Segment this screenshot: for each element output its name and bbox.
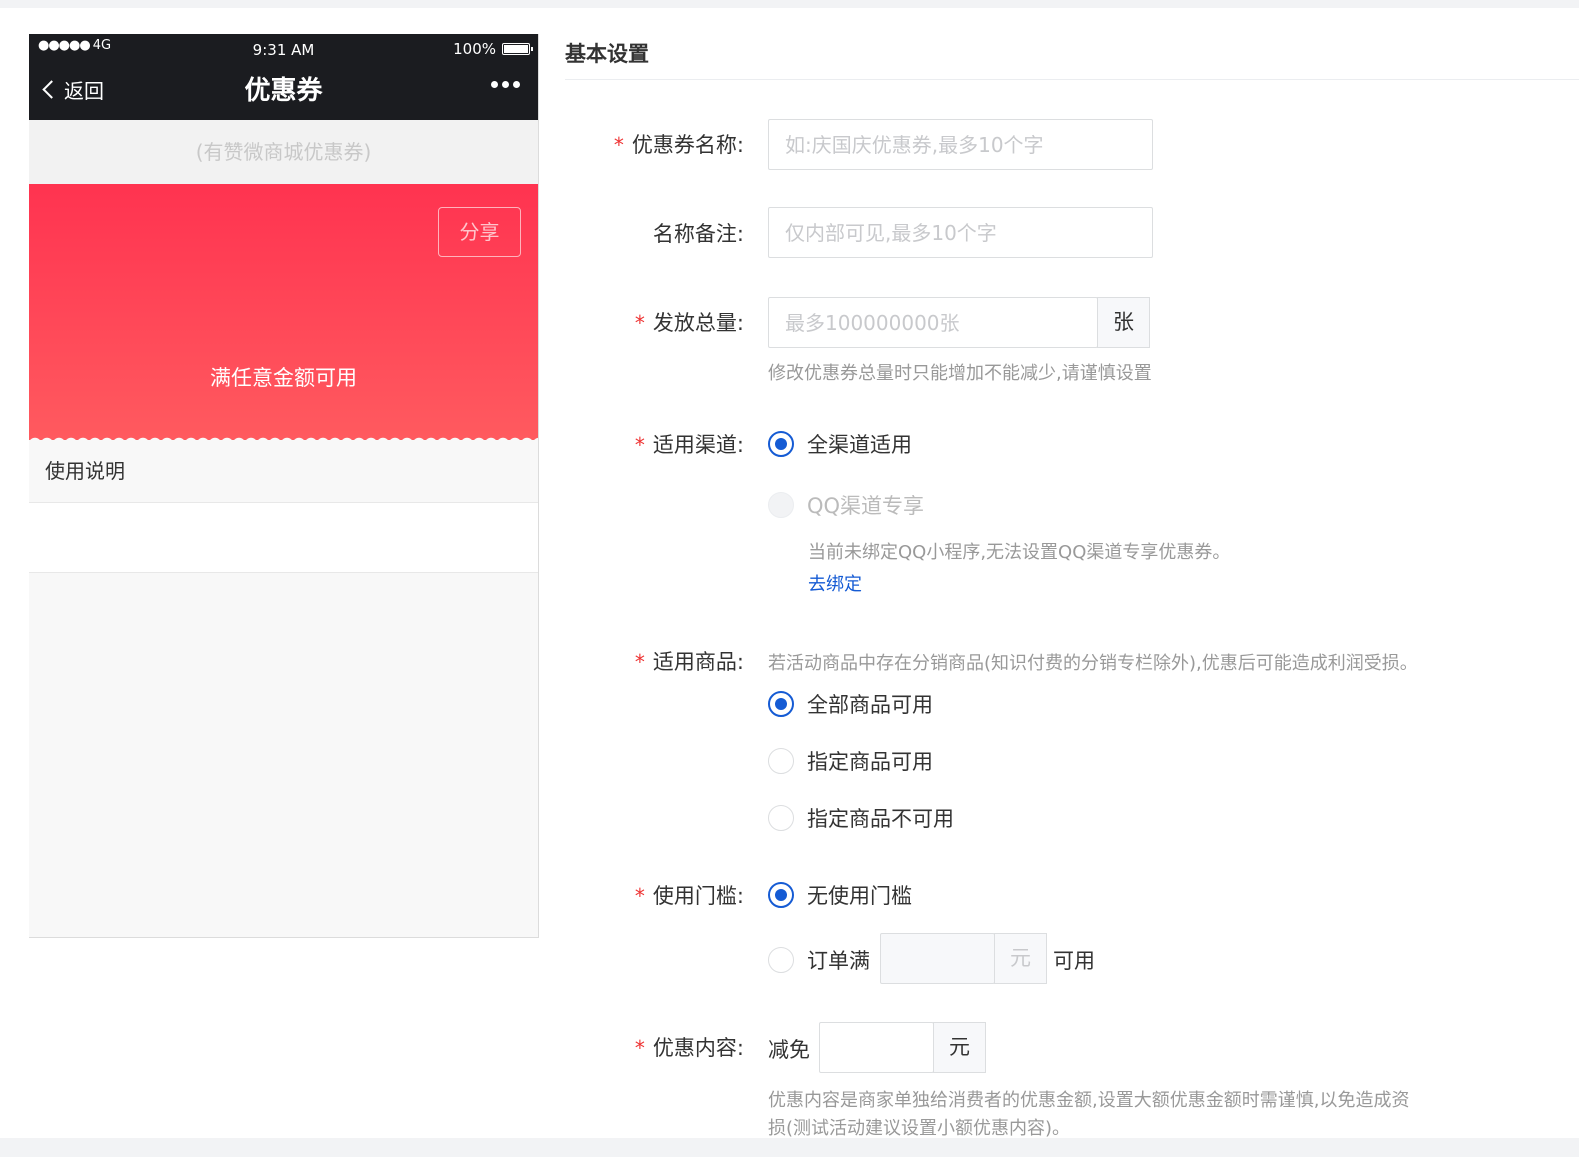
radio-disabled-icon (768, 492, 794, 518)
channel-label: * 适用渠道: (634, 433, 744, 457)
radio-all-channels[interactable]: 全渠道适用 (768, 429, 912, 459)
coupon-card: 分享 满任意金额可用 (29, 184, 538, 440)
goods-label: * 适用商品: (634, 650, 744, 674)
usage-title: 使用说明 (29, 440, 538, 503)
discount-unit: 元 (933, 1022, 986, 1073)
order-minimum-input[interactable] (880, 933, 995, 984)
divider (565, 79, 1579, 80)
radio-specified-goods[interactable]: 指定商品可用 (768, 746, 933, 776)
total-input[interactable] (768, 297, 1098, 348)
coupon-name-label: * 优惠券名称: (613, 133, 744, 157)
order-minimum-suffix: 可用 (1053, 949, 1095, 973)
page: ●●●●● 4G 9:31 AM 100% 返回 优惠券 (有赞微商城优惠券) 分… (0, 8, 1579, 1139)
phone-preview: ●●●●● 4G 9:31 AM 100% 返回 优惠券 (有赞微商城优惠券) 分… (29, 34, 539, 938)
battery-percent: 100% (453, 40, 496, 58)
phone-page-title: 优惠券 (244, 76, 323, 106)
discount-label: * 优惠内容: (634, 1036, 744, 1060)
coupon-condition: 满任意金额可用 (210, 366, 357, 390)
radio-empty-icon (768, 947, 794, 973)
total-unit: 张 (1097, 297, 1150, 348)
more-icon[interactable] (491, 81, 520, 88)
required-mark: * (634, 650, 645, 674)
name-remark-input[interactable] (768, 207, 1153, 258)
phone-header: ●●●●● 4G 9:31 AM 100% 返回 优惠券 (29, 34, 538, 120)
radio-qq-channel: QQ渠道专享 (768, 490, 924, 520)
radio-order-minimum[interactable]: 订单满 (768, 945, 870, 975)
radio-checked-icon (768, 691, 794, 717)
required-mark: * (634, 1036, 645, 1060)
required-mark: * (613, 133, 624, 157)
name-remark-label: 名称备注: (652, 222, 744, 246)
battery-icon (502, 43, 533, 55)
order-minimum-unit: 元 (994, 933, 1047, 984)
radio-excluded-goods[interactable]: 指定商品不可用 (768, 803, 954, 833)
total-help: 修改优惠券总量时只能增加不能减少,请谨慎设置 (768, 363, 1152, 384)
radio-checked-icon (768, 882, 794, 908)
bind-link[interactable]: 去绑定 (808, 570, 862, 596)
qq-bind-note: 当前未绑定QQ小程序,无法设置QQ渠道专享优惠券。 (808, 542, 1231, 563)
coupon-name-input[interactable] (768, 119, 1153, 170)
shop-name: (有赞微商城优惠券) (29, 120, 538, 184)
discount-prefix: 减免 (768, 1038, 810, 1062)
radio-checked-icon (768, 431, 794, 457)
battery-status: 100% (453, 40, 533, 58)
threshold-label: * 使用门槛: (634, 884, 744, 908)
discount-help-line1: 优惠内容是商家单独给消费者的优惠金额,设置大额优惠金额时需谨慎,以免造成资 (768, 1090, 1410, 1111)
required-mark: * (634, 433, 645, 457)
required-mark: * (634, 311, 645, 335)
usage-body (29, 503, 538, 573)
radio-empty-icon (768, 748, 794, 774)
share-button[interactable]: 分享 (438, 207, 521, 257)
radio-no-threshold[interactable]: 无使用门槛 (768, 880, 912, 910)
radio-empty-icon (768, 805, 794, 831)
radio-all-goods[interactable]: 全部商品可用 (768, 689, 933, 719)
required-mark: * (634, 884, 645, 908)
goods-notice: 若活动商品中存在分销商品(知识付费的分销专栏除外),优惠后可能造成利润受损。 (768, 653, 1418, 674)
discount-amount-input[interactable] (819, 1022, 934, 1073)
discount-help-line2: 损(测试活动建议设置小额优惠内容)。 (768, 1118, 1071, 1139)
section-title: 基本设置 (565, 42, 649, 66)
total-label: * 发放总量: (634, 311, 744, 335)
